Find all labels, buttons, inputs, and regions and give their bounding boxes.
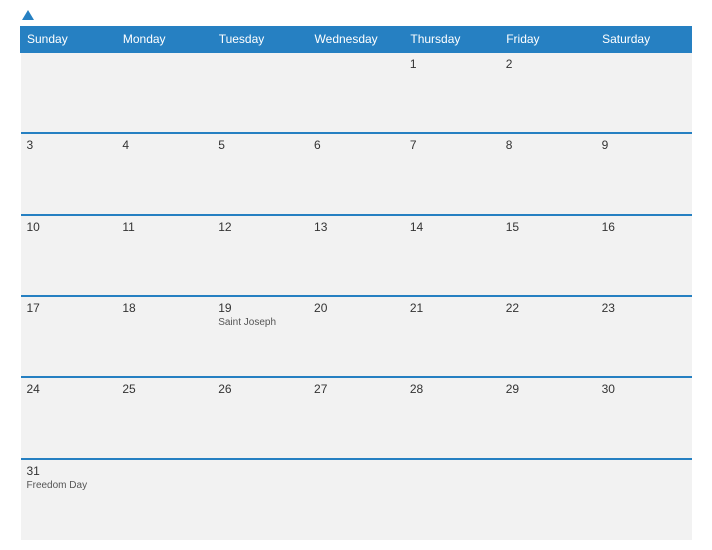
calendar-cell: 30 [596, 377, 692, 458]
calendar-cell: 14 [404, 215, 500, 296]
day-number: 7 [410, 138, 494, 152]
calendar-cell [116, 52, 212, 133]
day-number: 9 [602, 138, 686, 152]
day-number: 14 [410, 220, 494, 234]
calendar-cell [212, 52, 308, 133]
weekday-header-tuesday: Tuesday [212, 27, 308, 53]
day-number: 6 [314, 138, 398, 152]
calendar-cell: 21 [404, 296, 500, 377]
calendar-cell: 18 [116, 296, 212, 377]
calendar-cell [116, 459, 212, 540]
calendar-cell: 25 [116, 377, 212, 458]
calendar-cell [212, 459, 308, 540]
calendar-cell: 27 [308, 377, 404, 458]
calendar-cell: 10 [21, 215, 117, 296]
week-row-6: 31 Freedom Day [21, 459, 692, 540]
calendar-cell: 5 [212, 133, 308, 214]
calendar-cell: 6 [308, 133, 404, 214]
calendar-cell [500, 459, 596, 540]
calendar-header [20, 10, 692, 20]
calendar-cell [596, 52, 692, 133]
week-row-4: 17 18 19 Saint Joseph 20 21 22 23 [21, 296, 692, 377]
calendar-cell: 24 [21, 377, 117, 458]
weekday-header-friday: Friday [500, 27, 596, 53]
calendar-cell: 1 [404, 52, 500, 133]
logo [20, 10, 34, 20]
weekday-header-wednesday: Wednesday [308, 27, 404, 53]
calendar-cell: 11 [116, 215, 212, 296]
day-number: 21 [410, 301, 494, 315]
calendar-cell: 15 [500, 215, 596, 296]
calendar-cell: 7 [404, 133, 500, 214]
week-row-5: 24 25 26 27 28 29 30 [21, 377, 692, 458]
calendar-cell: 22 [500, 296, 596, 377]
calendar-cell: 19 Saint Joseph [212, 296, 308, 377]
day-number: 27 [314, 382, 398, 396]
calendar-cell: 9 [596, 133, 692, 214]
weekday-header-saturday: Saturday [596, 27, 692, 53]
calendar-cell: 20 [308, 296, 404, 377]
logo-triangle-icon [22, 10, 34, 20]
day-number: 2 [506, 57, 590, 71]
day-number: 25 [122, 382, 206, 396]
calendar-cell: 31 Freedom Day [21, 459, 117, 540]
day-number: 1 [410, 57, 494, 71]
day-number: 3 [27, 138, 111, 152]
calendar-cell: 4 [116, 133, 212, 214]
holiday-label: Saint Joseph [218, 317, 302, 328]
day-number: 11 [122, 220, 206, 234]
weekday-header-thursday: Thursday [404, 27, 500, 53]
calendar-cell: 26 [212, 377, 308, 458]
calendar-cell [308, 52, 404, 133]
day-number: 31 [27, 464, 111, 478]
day-number: 23 [602, 301, 686, 315]
calendar-cell: 8 [500, 133, 596, 214]
day-number: 4 [122, 138, 206, 152]
day-number: 13 [314, 220, 398, 234]
calendar-cell [21, 52, 117, 133]
weekday-header-row: SundayMondayTuesdayWednesdayThursdayFrid… [21, 27, 692, 53]
calendar-cell [308, 459, 404, 540]
week-row-3: 10 11 12 13 14 15 16 [21, 215, 692, 296]
week-row-1: 12 [21, 52, 692, 133]
holiday-label: Freedom Day [27, 480, 111, 491]
week-row-2: 3456789 [21, 133, 692, 214]
day-number: 16 [602, 220, 686, 234]
day-number: 29 [506, 382, 590, 396]
day-number: 30 [602, 382, 686, 396]
day-number: 12 [218, 220, 302, 234]
day-number: 15 [506, 220, 590, 234]
calendar-cell: 16 [596, 215, 692, 296]
calendar-cell: 2 [500, 52, 596, 133]
day-number: 18 [122, 301, 206, 315]
weekday-header-monday: Monday [116, 27, 212, 53]
day-number: 10 [27, 220, 111, 234]
calendar-cell [404, 459, 500, 540]
day-number: 28 [410, 382, 494, 396]
calendar-cell: 12 [212, 215, 308, 296]
calendar-cell: 29 [500, 377, 596, 458]
weekday-header-sunday: Sunday [21, 27, 117, 53]
calendar-table: SundayMondayTuesdayWednesdayThursdayFrid… [20, 26, 692, 540]
day-number: 8 [506, 138, 590, 152]
calendar-cell: 13 [308, 215, 404, 296]
day-number: 19 [218, 301, 302, 315]
calendar-cell [596, 459, 692, 540]
calendar-cell: 3 [21, 133, 117, 214]
calendar-cell: 23 [596, 296, 692, 377]
day-number: 17 [27, 301, 111, 315]
calendar-cell: 17 [21, 296, 117, 377]
day-number: 22 [506, 301, 590, 315]
day-number: 26 [218, 382, 302, 396]
day-number: 5 [218, 138, 302, 152]
day-number: 20 [314, 301, 398, 315]
day-number: 24 [27, 382, 111, 396]
calendar-cell: 28 [404, 377, 500, 458]
